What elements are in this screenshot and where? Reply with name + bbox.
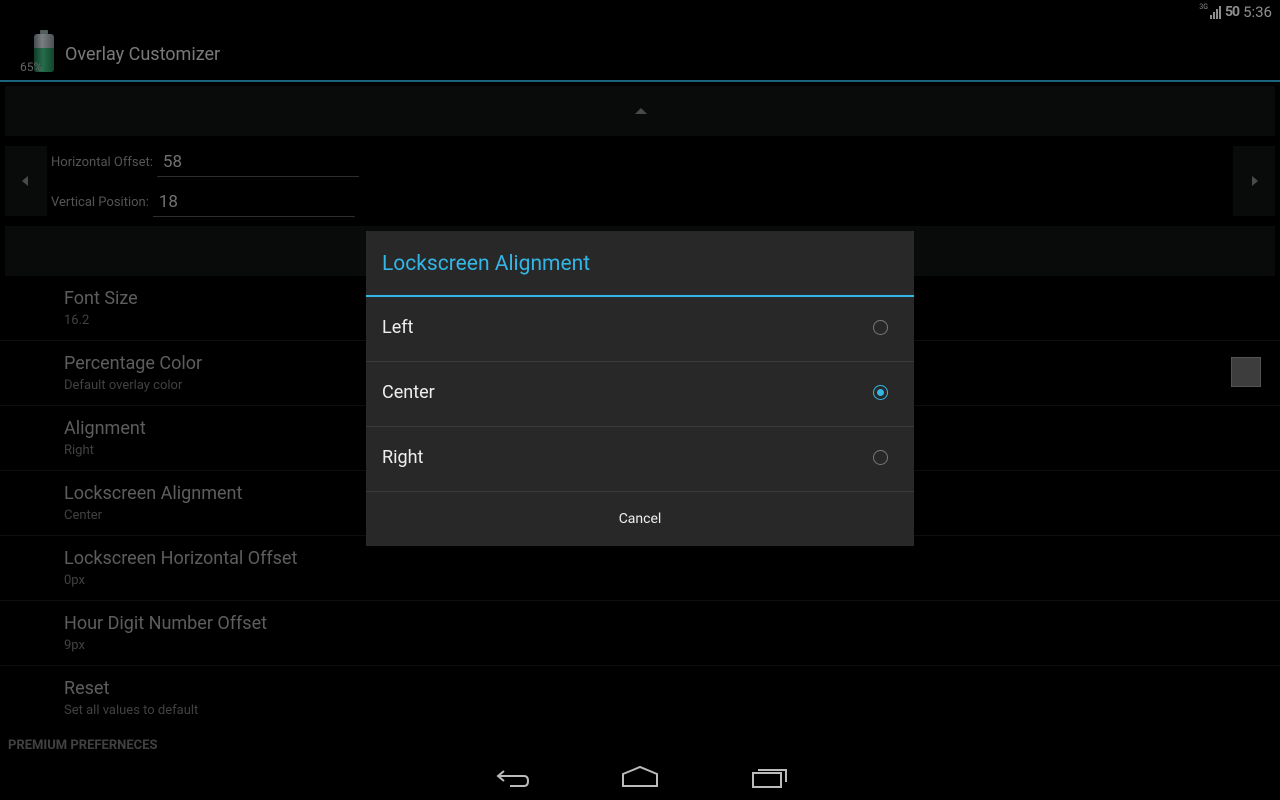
radio-button[interactable] bbox=[873, 320, 888, 335]
option-center[interactable]: Center bbox=[366, 362, 914, 427]
radio-button[interactable] bbox=[873, 450, 888, 465]
navigation-bar bbox=[0, 752, 1280, 800]
option-label: Center bbox=[382, 382, 435, 403]
dialog-title: Lockscreen Alignment bbox=[382, 252, 591, 276]
option-label: Right bbox=[382, 447, 424, 468]
option-right[interactable]: Right bbox=[366, 427, 914, 492]
recents-icon[interactable] bbox=[750, 762, 790, 792]
back-icon[interactable] bbox=[494, 762, 530, 792]
option-label: Left bbox=[382, 317, 414, 338]
option-left[interactable]: Left bbox=[366, 297, 914, 362]
alignment-dialog: Lockscreen Alignment Left Center Right C… bbox=[366, 231, 914, 546]
radio-button-checked[interactable] bbox=[873, 385, 888, 400]
home-icon[interactable] bbox=[620, 762, 660, 792]
cancel-button[interactable]: Cancel bbox=[366, 492, 914, 546]
